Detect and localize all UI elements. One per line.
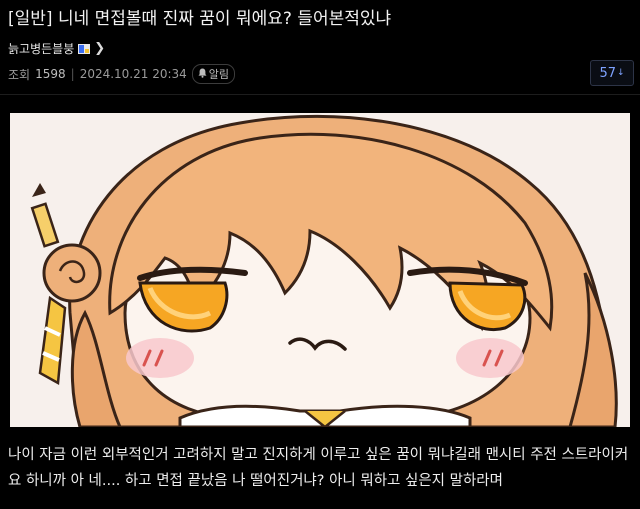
reply-count-button[interactable]: 57 ↓ <box>590 60 634 86</box>
author-nickname[interactable]: 늙고병든블붕 <box>8 40 74 57</box>
gallery-badge-icon <box>78 43 91 54</box>
alarm-button[interactable]: 알림 <box>191 64 236 84</box>
header-divider <box>0 94 640 95</box>
arrow-down-icon: ↓ <box>617 68 625 78</box>
bell-icon <box>198 68 207 81</box>
post-image[interactable] <box>10 113 630 427</box>
post-title: [일반] 니네 면접볼때 진짜 꿈이 뭐에요? 들어본적있냐 <box>8 9 392 29</box>
reply-count: 57 <box>599 65 616 81</box>
views-count: 1598 <box>35 67 66 81</box>
meta-divider: | <box>70 67 75 81</box>
post-body: 나이 자금 이런 외부적인거 고려하지 말고 진지하게 이루고 싶은 꿈이 뭐냐… <box>8 447 629 489</box>
post-meta: 조회 1598 | 2024.10.21 20:34 알림 <box>8 64 236 84</box>
author-row[interactable]: 늙고병든블붕 ❯ <box>8 40 105 56</box>
post-date: 2024.10.21 20:34 <box>79 67 187 81</box>
alarm-label: 알림 <box>208 68 230 81</box>
views-label: 조회 <box>8 67 31 82</box>
chevron-right-icon[interactable]: ❯ <box>94 41 105 56</box>
anime-girl-illustration <box>10 113 630 427</box>
